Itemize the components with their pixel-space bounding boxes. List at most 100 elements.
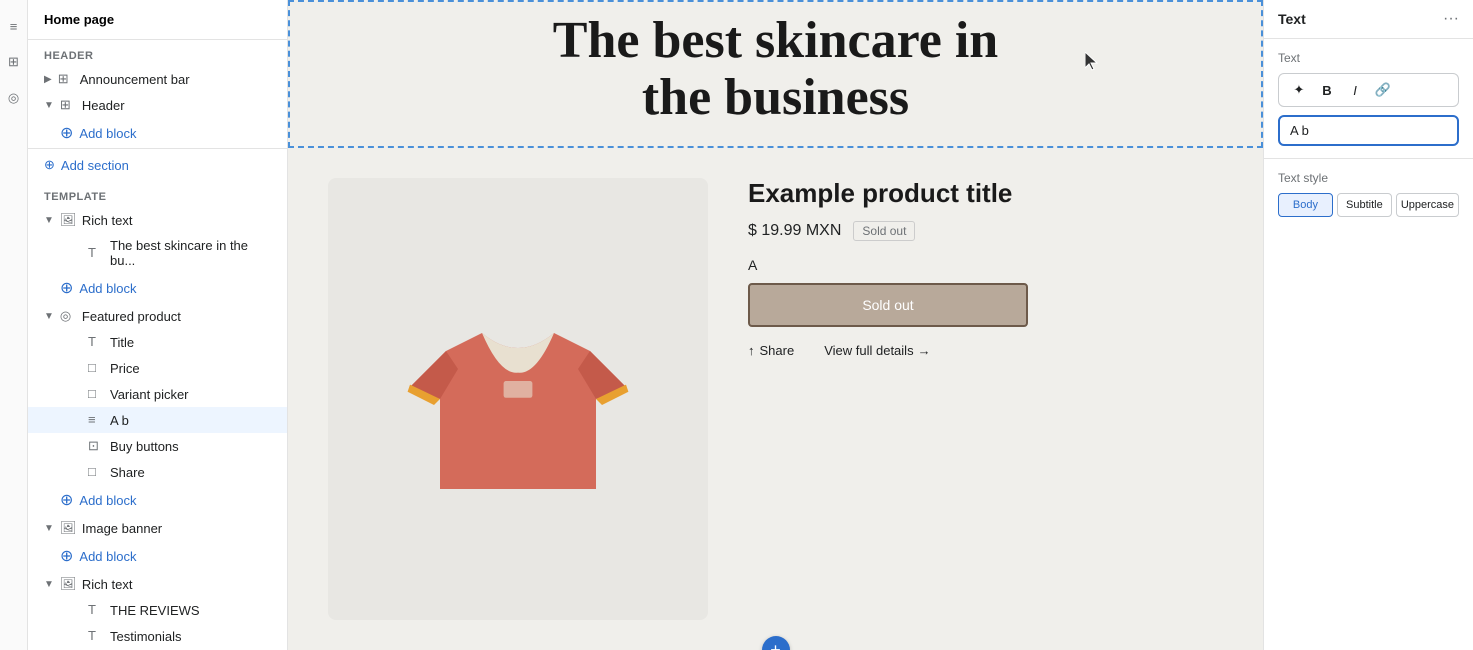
text-formatting-toolbar: ✦ B I 🔗 [1278, 73, 1459, 107]
share-button[interactable]: ↑ Share [748, 343, 794, 358]
sidebar-item-the-reviews[interactable]: T THE REVIEWS [28, 597, 287, 623]
sidebar-share-label: Share [110, 465, 271, 480]
sidebar-item-price[interactable]: □ Price [28, 355, 287, 381]
sidebar-ab-label: A b [110, 413, 271, 428]
sidebar-price-label: Price [110, 361, 271, 376]
sidebar-item-share[interactable]: □ Share [28, 459, 287, 485]
circle-icon[interactable]: ◎ [4, 88, 24, 108]
product-info: Example product title $ 19.99 MXN Sold o… [708, 178, 1223, 620]
sidebar-featured-product-label: Featured product [82, 309, 271, 324]
share-label: Share [760, 343, 795, 358]
add-block-label: Add block [79, 126, 136, 141]
add-section-btn[interactable]: ⊕ Add section [28, 148, 287, 181]
product-actions: ↑ Share View full details → [748, 343, 1223, 358]
sidebar-item-buy-buttons[interactable]: ⊡ Buy buttons [28, 433, 287, 459]
sold-out-button[interactable]: Sold out [748, 283, 1028, 327]
sidebar-item-announcement-bar[interactable]: ▶ ⊞ Announcement bar [28, 66, 287, 92]
text-input[interactable] [1278, 115, 1459, 146]
sidebar-item-best-skincare[interactable]: T The best skincare in the bu... [28, 233, 287, 273]
product-image-area [328, 178, 708, 620]
sidebar-item-rich-text-1[interactable]: ▼ 🖼 Rich text [28, 207, 287, 233]
sidebar-item-testimonials[interactable]: T Testimonials [28, 623, 287, 649]
italic-icon: I [1353, 83, 1357, 98]
circle-icon-2: ◎ [60, 308, 76, 324]
sidebar-item-featured-product[interactable]: ▼ ◎ Featured product [28, 303, 287, 329]
chevron-down-icon-2: ▼ [44, 215, 54, 226]
italic-button[interactable]: I [1343, 78, 1367, 102]
sidebar-variant-label: Variant picker [110, 387, 271, 402]
sparkle-icon: ✦ [1294, 82, 1305, 98]
menu-icon[interactable]: ≡ [4, 16, 24, 36]
sidebar-item-image-banner[interactable]: ▼ 🖼 Image banner [28, 515, 287, 541]
header-section-label: Header [28, 40, 287, 66]
bold-button[interactable]: B [1315, 78, 1339, 102]
sidebar-item-variant-picker[interactable]: □ Variant picker [28, 381, 287, 407]
chevron-right-icon: ▶ [44, 74, 52, 85]
right-panel: Text ··· Text ✦ B I 🔗 Text style Body Su… [1263, 0, 1473, 650]
product-tshirt-image [398, 279, 638, 519]
product-price: $ 19.99 MXN [748, 222, 841, 240]
bold-icon: B [1322, 83, 1331, 98]
style-body-button[interactable]: Body [1278, 193, 1333, 217]
plus-icon: ⊕ [60, 123, 73, 143]
canvas-hero-section[interactable]: The best skincare in the business [288, 0, 1263, 148]
add-block-rt1-btn[interactable]: ⊕ Add block [28, 273, 287, 303]
sidebar-item-label-header: Header [82, 98, 271, 113]
chevron-down-icon-3: ▼ [44, 311, 54, 322]
right-panel-title: Text [1278, 11, 1306, 27]
sidebar-rich-text-2-label: Rich text [82, 577, 271, 592]
add-block-header-btn[interactable]: ⊕ Add block [28, 118, 287, 148]
sidebar-rich-text-1-label: Rich text [82, 213, 271, 228]
text-field-section: Text ✦ B I 🔗 [1264, 39, 1473, 159]
image-icon-3: 🖼 [60, 576, 76, 592]
layout-icon-2: ⊞ [60, 97, 76, 113]
add-block-ib-btn[interactable]: ⊕ Add block [28, 541, 287, 571]
add-block-rt1-label: Add block [79, 281, 136, 296]
add-section-label: Add section [61, 158, 129, 173]
sidebar-item-rich-text-2[interactable]: ▼ 🖼 Rich text [28, 571, 287, 597]
plus-icon-4: ⊕ [60, 490, 73, 510]
link-button[interactable]: 🔗 [1371, 78, 1395, 102]
product-variant-label: A [748, 257, 1223, 273]
sidebar-header: Home page [28, 0, 287, 40]
style-uppercase-button[interactable]: Uppercase [1396, 193, 1459, 217]
text-icon-2: T [88, 334, 104, 350]
chevron-down-icon-4: ▼ [44, 523, 54, 534]
cart-icon: ⊡ [88, 438, 104, 454]
text-field-label: Text [1278, 51, 1459, 65]
plus-icon-3: ⊕ [60, 278, 73, 298]
view-full-details-link[interactable]: View full details → [824, 343, 930, 358]
panel-more-button[interactable]: ··· [1443, 10, 1459, 28]
image-icon-2: 🖼 [60, 520, 76, 536]
sold-out-badge: Sold out [853, 221, 915, 241]
sidebar-testimonials-label: Testimonials [110, 629, 271, 644]
plus-icon-2: ⊕ [44, 157, 55, 173]
sidebar-buy-buttons-label: Buy buttons [110, 439, 271, 454]
hero-text: The best skincare in the business [493, 2, 1058, 146]
sidebar-item-title[interactable]: T Title [28, 329, 287, 355]
grid-icon[interactable]: ⊞ [4, 52, 24, 72]
arrow-icon: → [918, 343, 931, 358]
cursor-icon [1085, 52, 1101, 72]
right-panel-header: Text ··· [1264, 0, 1473, 39]
canvas-product-section: Example product title $ 19.99 MXN Sold o… [288, 148, 1263, 650]
sparkle-button[interactable]: ✦ [1287, 78, 1311, 102]
share-icon: ↑ [748, 343, 755, 358]
sidebar-title-label: Title [110, 335, 271, 350]
sidebar-item-header[interactable]: ▼ ⊞ Header [28, 92, 287, 118]
add-block-fp-btn[interactable]: ⊕ Add block [28, 485, 287, 515]
plus-icon-5: ⊕ [60, 546, 73, 566]
text-icon-5: T [88, 628, 104, 644]
sidebar-item-ab[interactable]: ≡ A b [28, 407, 287, 433]
add-block-fp-label: Add block [79, 493, 136, 508]
chevron-down-icon-5: ▼ [44, 579, 54, 590]
product-title: Example product title [748, 178, 1223, 209]
text-icon: T [88, 245, 104, 261]
main-canvas: The best skincare in the business + [288, 0, 1263, 650]
image-icon: 🖼 [60, 212, 76, 228]
chevron-down-icon: ▼ [44, 100, 54, 111]
text-icon-4: T [88, 602, 104, 618]
style-subtitle-button[interactable]: Subtitle [1337, 193, 1392, 217]
style-buttons-group: Body Subtitle Uppercase [1278, 193, 1459, 217]
link-icon: 🔗 [1375, 82, 1391, 98]
